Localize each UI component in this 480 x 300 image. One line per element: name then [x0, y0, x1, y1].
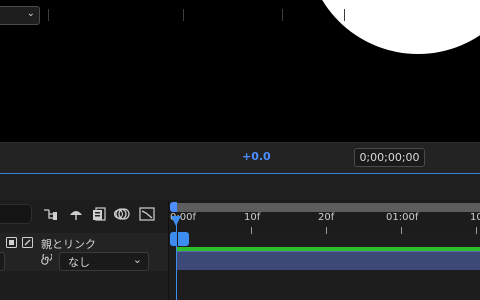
frame-blending-icon[interactable]: [91, 207, 107, 221]
motion-blur-icon[interactable]: [114, 207, 130, 221]
graph-editor-icon[interactable]: [139, 207, 155, 221]
solo-switch-icon[interactable]: [6, 237, 17, 248]
current-time-display[interactable]: 0;00;00;00: [354, 148, 425, 167]
ruler-label: 10f: [244, 212, 261, 223]
white-circle-layer: [306, 0, 480, 54]
work-area-end-handle[interactable]: [170, 232, 189, 246]
toolbar-separator: [344, 9, 345, 21]
playhead-handle[interactable]: [171, 216, 181, 226]
ruler-label: 01:00f: [386, 212, 419, 223]
layer-duration-bar[interactable]: [177, 251, 480, 270]
chevron-down-icon: ⌄: [132, 253, 142, 266]
ruler-label: 20f: [318, 212, 335, 223]
ruler-tick: [251, 227, 252, 234]
layer-search-input[interactable]: [0, 204, 32, 224]
layer-label-icon[interactable]: [22, 237, 33, 248]
comp-flowchart-icon[interactable]: [43, 207, 59, 221]
empty-track-area: [169, 270, 480, 300]
ruler-tick: [476, 227, 477, 234]
toolbar-separator: [282, 9, 283, 21]
layer-name-field[interactable]: [0, 252, 5, 271]
shy-layers-icon[interactable]: [68, 207, 84, 221]
ruler-label: 10: [470, 212, 480, 223]
marker-track: [169, 234, 480, 247]
composition-viewer[interactable]: [0, 0, 480, 142]
ruler-tick: [326, 227, 327, 234]
parent-link-column-label: 親とリンク: [41, 238, 96, 251]
toolbar-separator: [48, 9, 49, 21]
timeline-header: [0, 174, 480, 200]
work-area-bar[interactable]: [173, 203, 480, 212]
exposure-value[interactable]: +0.0: [242, 150, 271, 163]
pick-whip-icon[interactable]: [40, 254, 52, 266]
parent-dropdown[interactable]: なし ⌄: [59, 252, 149, 271]
ruler-tick: [401, 227, 402, 234]
parent-dropdown-value: なし: [68, 256, 90, 269]
resolution-dropdown[interactable]: ⌄: [0, 6, 40, 25]
chevron-down-icon: ⌄: [26, 8, 35, 19]
playhead-line: [176, 216, 177, 300]
toolbar-separator: [183, 9, 184, 21]
work-area-start-handle[interactable]: [170, 202, 177, 212]
